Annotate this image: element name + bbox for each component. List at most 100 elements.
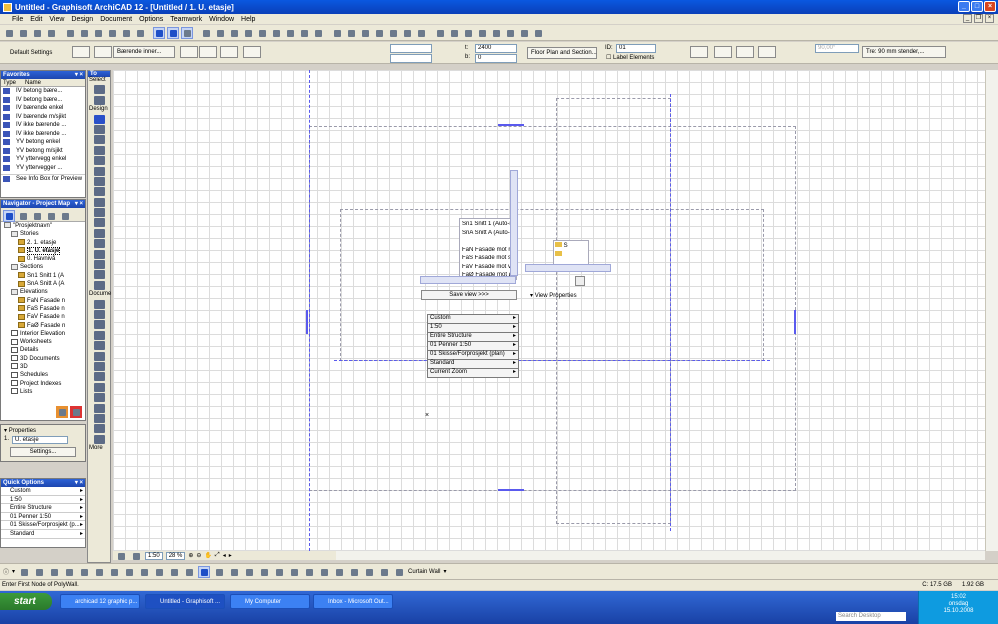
save-view-button[interactable]: Save view >>> <box>421 290 517 300</box>
view-map-icon[interactable] <box>17 210 29 222</box>
radial-dimension-tool-icon[interactable] <box>93 320 105 330</box>
desktop-search-input[interactable]: Search Desktop <box>836 612 906 621</box>
publisher-icon[interactable] <box>45 210 57 222</box>
view-option-item[interactable]: Standard <box>427 359 519 368</box>
stretch-icon[interactable] <box>401 27 413 39</box>
column-tool-icon[interactable] <box>93 124 105 134</box>
doc-close-button[interactable]: × <box>985 14 994 23</box>
table-icon[interactable] <box>270 27 282 39</box>
tool-25-icon[interactable] <box>378 566 390 578</box>
eraser-icon[interactable] <box>106 27 118 39</box>
favorite-item[interactable]: YV yttervegg enkel <box>1 155 85 164</box>
favorite-item[interactable]: IV betong bære... <box>1 96 85 105</box>
arc-tool-icon[interactable] <box>93 393 105 403</box>
geometry-method-1-icon[interactable] <box>180 46 198 58</box>
clock-time[interactable]: 15:02 <box>919 594 998 601</box>
menu-document[interactable]: Document <box>100 16 132 23</box>
start-button[interactable]: start <box>0 593 52 610</box>
arrow-tool-icon[interactable] <box>93 85 105 95</box>
floor-plan-and-section-button[interactable]: Floor Plan and Section... <box>527 47 597 59</box>
tool-19-icon[interactable] <box>288 566 300 578</box>
quick-option-item[interactable]: Custom <box>1 487 85 496</box>
minimize-button[interactable]: _ <box>958 1 970 12</box>
view-list-item[interactable]: Sn1 Snitt 1 (Auto-r <box>462 221 514 230</box>
align-icon[interactable] <box>284 27 296 39</box>
view-list-item[interactable]: FaS Fasade mot sø <box>462 255 514 264</box>
delete-view-icon[interactable] <box>70 406 82 418</box>
shell-tool-icon[interactable] <box>93 197 105 207</box>
copy-icon[interactable] <box>78 27 90 39</box>
project-tree-item[interactable]: Project Indexes <box>1 380 85 388</box>
marquee-tool-icon[interactable] <box>93 95 105 105</box>
menu-design[interactable]: Design <box>71 16 93 23</box>
project-tree-item[interactable]: Stories <box>1 230 85 238</box>
save-icon[interactable] <box>31 27 43 39</box>
curtain-wall-label[interactable]: Curtain Wall <box>408 569 440 575</box>
settings-button[interactable]: Settings... <box>10 447 76 457</box>
elevation-icon[interactable] <box>490 27 502 39</box>
organizer-icon[interactable] <box>59 210 71 222</box>
close-icon[interactable]: ▾ × <box>75 479 83 487</box>
favorite-item[interactable]: YV betong enkel <box>1 138 85 147</box>
composite-selector[interactable]: Tre: 90 mm stender,... <box>862 46 946 58</box>
zoom-field[interactable]: 28 % <box>165 551 186 560</box>
curtain-wall-tool-icon[interactable] <box>93 218 105 228</box>
wall-type-2-icon[interactable] <box>714 46 732 58</box>
open-file-icon[interactable] <box>17 27 29 39</box>
tool-23-icon[interactable] <box>348 566 360 578</box>
favorite-item[interactable]: IV ikke bærende ... <box>1 130 85 139</box>
fit-icon[interactable]: ⤢ <box>215 552 220 559</box>
tool-13-icon[interactable] <box>198 565 211 578</box>
folder-popup-hscroll[interactable] <box>525 264 611 272</box>
favorite-item[interactable]: IV betong bære... <box>1 87 85 96</box>
col-type[interactable]: Type <box>1 79 25 86</box>
dropdown-icon[interactable]: ▾ <box>443 568 446 575</box>
tool-9-icon[interactable] <box>138 566 150 578</box>
project-tree-item[interactable]: FaS Fasade n <box>1 305 85 313</box>
project-tree-item[interactable]: Worksheets <box>1 338 85 346</box>
tool-14-icon[interactable] <box>213 566 225 578</box>
menu-view[interactable]: View <box>49 16 64 23</box>
level-dimension-tool-icon[interactable] <box>93 309 105 319</box>
trim-icon[interactable] <box>242 27 254 39</box>
folder-item[interactable]: S <box>554 241 588 250</box>
window-tool-icon[interactable] <box>93 145 105 155</box>
wall-tool-icon[interactable] <box>93 114 105 124</box>
scale-icon[interactable] <box>115 550 127 562</box>
quick-option-item[interactable]: Standard <box>1 530 85 539</box>
group-icon[interactable] <box>298 27 310 39</box>
tool-18-icon[interactable] <box>273 566 285 578</box>
section-tool-icon[interactable] <box>93 424 105 434</box>
drag-icon[interactable] <box>387 27 399 39</box>
section-icon[interactable] <box>476 27 488 39</box>
tool-22-icon[interactable] <box>333 566 345 578</box>
col-name[interactable]: Name <box>25 79 41 86</box>
favorite-item[interactable]: IV bærende m/sjikt <box>1 113 85 122</box>
menu-edit[interactable]: Edit <box>30 16 42 23</box>
tool-10-icon[interactable] <box>153 566 165 578</box>
dimension-tool-icon[interactable] <box>93 299 105 309</box>
view-list-item[interactable]: FaN Fasade mot no <box>462 247 514 256</box>
wall-type-4-icon[interactable] <box>758 46 776 58</box>
zone-tool-icon[interactable] <box>93 239 105 249</box>
move-icon[interactable] <box>331 27 343 39</box>
close-button[interactable]: × <box>984 1 996 12</box>
tool-11-icon[interactable] <box>168 566 180 578</box>
view-list-item[interactable]: SnA Snitt A (Auto-r <box>462 230 514 239</box>
menu-help[interactable]: Help <box>241 16 255 23</box>
line-tool-icon[interactable] <box>93 372 105 382</box>
view-list-item[interactable]: FaV Fasade mot ve <box>462 264 514 273</box>
text-tool-icon[interactable] <box>93 341 105 351</box>
menu-file[interactable]: File <box>12 16 23 23</box>
tool-4-icon[interactable] <box>63 566 75 578</box>
horizontal-scrollbar[interactable] <box>336 551 985 560</box>
favorite-item[interactable]: IV bærende enkel <box>1 104 85 113</box>
tool-17-icon[interactable] <box>258 566 270 578</box>
floor-plan-canvas[interactable]: × Sn1 Snitt 1 (Auto-r SnA Snitt A (Auto-r… <box>113 70 985 551</box>
wall-end-tool-icon[interactable] <box>93 280 105 290</box>
maximize-button[interactable]: □ <box>971 1 983 12</box>
view-list-scrollbar[interactable] <box>510 170 518 276</box>
project-tree-item[interactable]: SnA Snitt A (A <box>1 280 85 288</box>
pen-icon[interactable] <box>532 27 544 39</box>
grid-icon[interactable] <box>214 27 226 39</box>
